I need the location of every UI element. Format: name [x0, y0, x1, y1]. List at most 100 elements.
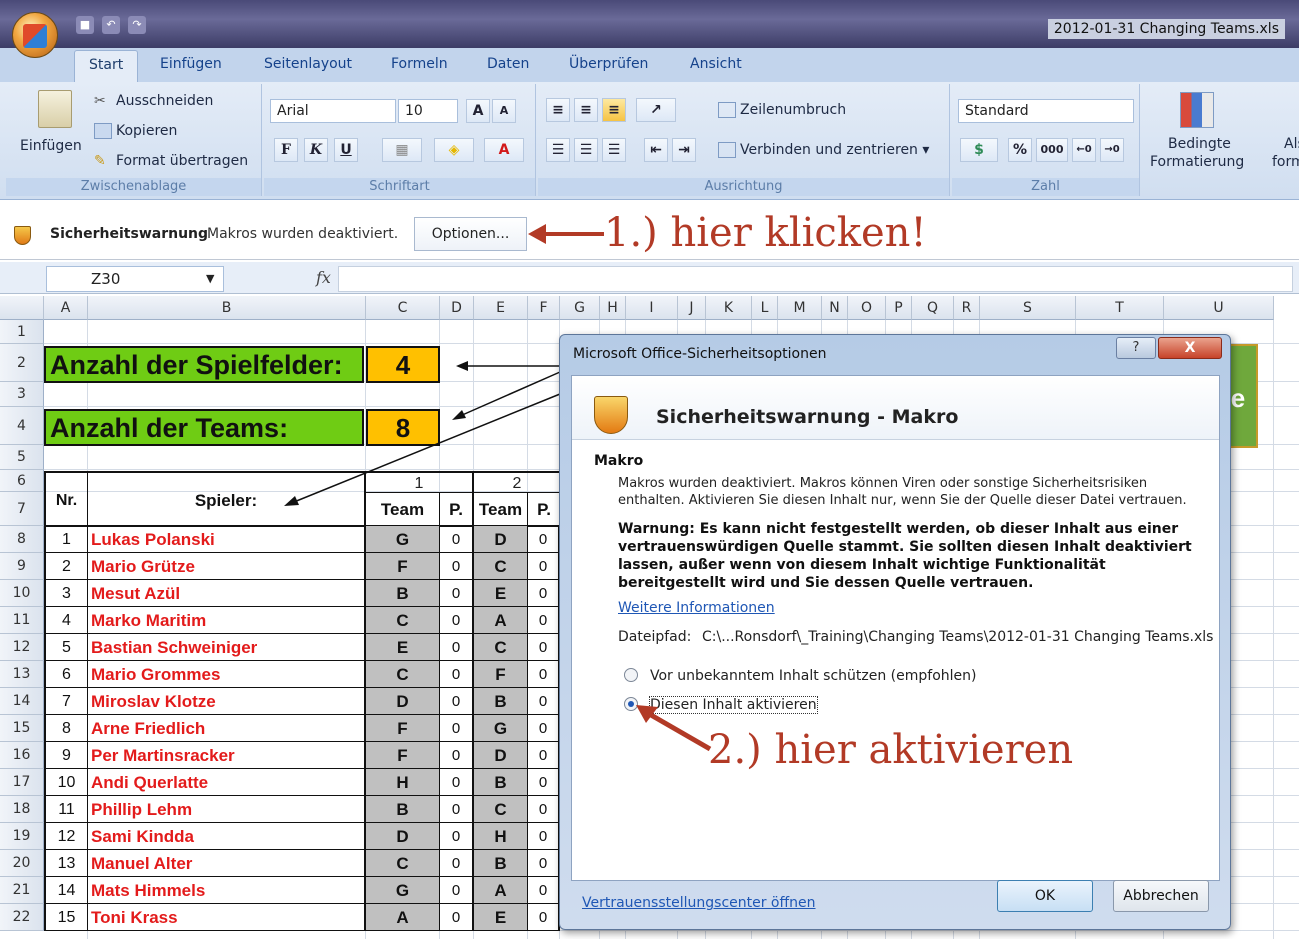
radio-protect[interactable]: Vor unbekanntem Inhalt schützen (empfohl…	[624, 668, 976, 684]
ok-button[interactable]: OK	[997, 880, 1093, 912]
column-header[interactable]: K	[706, 296, 752, 320]
undo-icon[interactable]: ↶	[102, 16, 120, 34]
points-round-1[interactable]: 0	[440, 850, 474, 877]
paste-button[interactable]: Einfügen	[20, 138, 82, 154]
team-round-2[interactable]: C	[474, 634, 528, 661]
orientation-icon[interactable]: ↗	[636, 98, 676, 122]
player-nr[interactable]: 6	[44, 661, 88, 688]
team-round-1[interactable]: C	[366, 607, 440, 634]
row-header[interactable]: 21	[0, 877, 44, 904]
player-nr[interactable]: 4	[44, 607, 88, 634]
conditional-format-label-2[interactable]: Formatierung	[1150, 154, 1244, 170]
column-header[interactable]: T	[1076, 296, 1164, 320]
points-round-1[interactable]: 0	[440, 904, 474, 931]
column-header[interactable]: I	[626, 296, 678, 320]
player-nr[interactable]: 8	[44, 715, 88, 742]
decrease-indent-icon[interactable]: ⇤	[644, 138, 668, 162]
player-name[interactable]: Phillip Lehm	[88, 796, 366, 823]
player-nr[interactable]: 7	[44, 688, 88, 715]
player-name[interactable]: Manuel Alter	[88, 850, 366, 877]
team-round-2[interactable]: C	[474, 796, 528, 823]
points-round-2[interactable]: 0	[528, 850, 560, 877]
format-table-label-1[interactable]: Als	[1284, 136, 1299, 152]
tab-seitenlayout[interactable]: Seitenlayout	[264, 56, 352, 72]
points-round-1[interactable]: 0	[440, 661, 474, 688]
column-header[interactable]: S	[980, 296, 1076, 320]
points-round-2[interactable]: 0	[528, 742, 560, 769]
player-name[interactable]: Bastian Schweiniger	[88, 634, 366, 661]
team-round-1[interactable]: B	[366, 580, 440, 607]
player-nr[interactable]: 5	[44, 634, 88, 661]
office-button[interactable]	[12, 12, 58, 58]
fill-color-icon[interactable]: ◈	[434, 138, 474, 162]
player-nr[interactable]: 14	[44, 877, 88, 904]
name-box[interactable]: Z30	[46, 266, 224, 292]
player-name[interactable]: Miroslav Klotze	[88, 688, 366, 715]
player-name[interactable]: Marko Maritim	[88, 607, 366, 634]
points-round-1[interactable]: 0	[440, 715, 474, 742]
fx-icon[interactable]: fx	[316, 268, 331, 287]
player-nr[interactable]: 11	[44, 796, 88, 823]
player-name[interactable]: Andi Querlatte	[88, 769, 366, 796]
copy-button[interactable]: Kopieren	[94, 123, 177, 139]
player-name[interactable]: Sami Kindda	[88, 823, 366, 850]
align-middle-icon[interactable]: ≡	[574, 98, 598, 122]
wrap-text-button[interactable]: Zeilenumbruch	[718, 102, 846, 118]
team-round-2[interactable]: A	[474, 877, 528, 904]
row-header[interactable]: 13	[0, 661, 44, 688]
cut-button[interactable]: ✂ Ausschneiden	[94, 93, 213, 109]
decrease-decimal-icon[interactable]: →0	[1100, 138, 1124, 162]
align-center-icon[interactable]: ☰	[574, 138, 598, 162]
points-round-1[interactable]: 0	[440, 688, 474, 715]
points-round-1[interactable]: 0	[440, 553, 474, 580]
shrink-font-button[interactable]: A	[492, 99, 516, 123]
column-header[interactable]: J	[678, 296, 706, 320]
points-round-1[interactable]: 0	[440, 742, 474, 769]
player-name[interactable]: Per Martinsracker	[88, 742, 366, 769]
column-header[interactable]: Q	[912, 296, 954, 320]
player-nr[interactable]: 13	[44, 850, 88, 877]
increase-indent-icon[interactable]: ⇥	[672, 138, 696, 162]
team-round-1[interactable]: F	[366, 742, 440, 769]
font-color-icon[interactable]: A	[484, 138, 524, 162]
points-round-2[interactable]: 0	[528, 715, 560, 742]
points-round-1[interactable]: 0	[440, 580, 474, 607]
tab-einfuegen[interactable]: Einfügen	[160, 56, 222, 72]
points-round-1[interactable]: 0	[440, 796, 474, 823]
conditional-format-icon[interactable]	[1180, 92, 1214, 128]
column-header[interactable]: L	[752, 296, 778, 320]
row-header[interactable]: 16	[0, 742, 44, 769]
points-round-1[interactable]: 0	[440, 607, 474, 634]
options-button[interactable]: Optionen...	[414, 217, 527, 251]
player-name[interactable]: Mario Grütze	[88, 553, 366, 580]
number-format-select[interactable]: Standard	[958, 99, 1134, 123]
column-header[interactable]: U	[1164, 296, 1274, 320]
font-name-select[interactable]: Arial	[270, 99, 396, 123]
italic-button[interactable]: K	[304, 138, 328, 162]
format-table-label-2[interactable]: form	[1272, 154, 1299, 170]
column-header[interactable]: O	[848, 296, 886, 320]
points-round-2[interactable]: 0	[528, 688, 560, 715]
format-painter-button[interactable]: ✎ Format übertragen	[94, 153, 248, 169]
team-round-2[interactable]: H	[474, 823, 528, 850]
points-round-2[interactable]: 0	[528, 553, 560, 580]
column-header[interactable]: H	[600, 296, 626, 320]
points-round-2[interactable]: 0	[528, 769, 560, 796]
help-button[interactable]: ?	[1116, 337, 1156, 359]
points-round-2[interactable]: 0	[528, 796, 560, 823]
team-round-2[interactable]: C	[474, 553, 528, 580]
player-nr[interactable]: 15	[44, 904, 88, 931]
tab-ansicht[interactable]: Ansicht	[690, 56, 742, 72]
team-round-2[interactable]: B	[474, 769, 528, 796]
row-header[interactable]: 8	[0, 526, 44, 553]
player-nr[interactable]: 10	[44, 769, 88, 796]
points-round-2[interactable]: 0	[528, 607, 560, 634]
percent-button[interactable]: %	[1008, 138, 1032, 162]
row-header[interactable]: 22	[0, 904, 44, 931]
align-top-icon[interactable]: ≡	[546, 98, 570, 122]
column-header[interactable]: M	[778, 296, 822, 320]
conditional-format-label-1[interactable]: Bedingte	[1168, 136, 1231, 152]
player-name[interactable]: Mario Grommes	[88, 661, 366, 688]
align-right-icon[interactable]: ☰	[602, 138, 626, 162]
thousands-button[interactable]: 000	[1036, 138, 1068, 162]
